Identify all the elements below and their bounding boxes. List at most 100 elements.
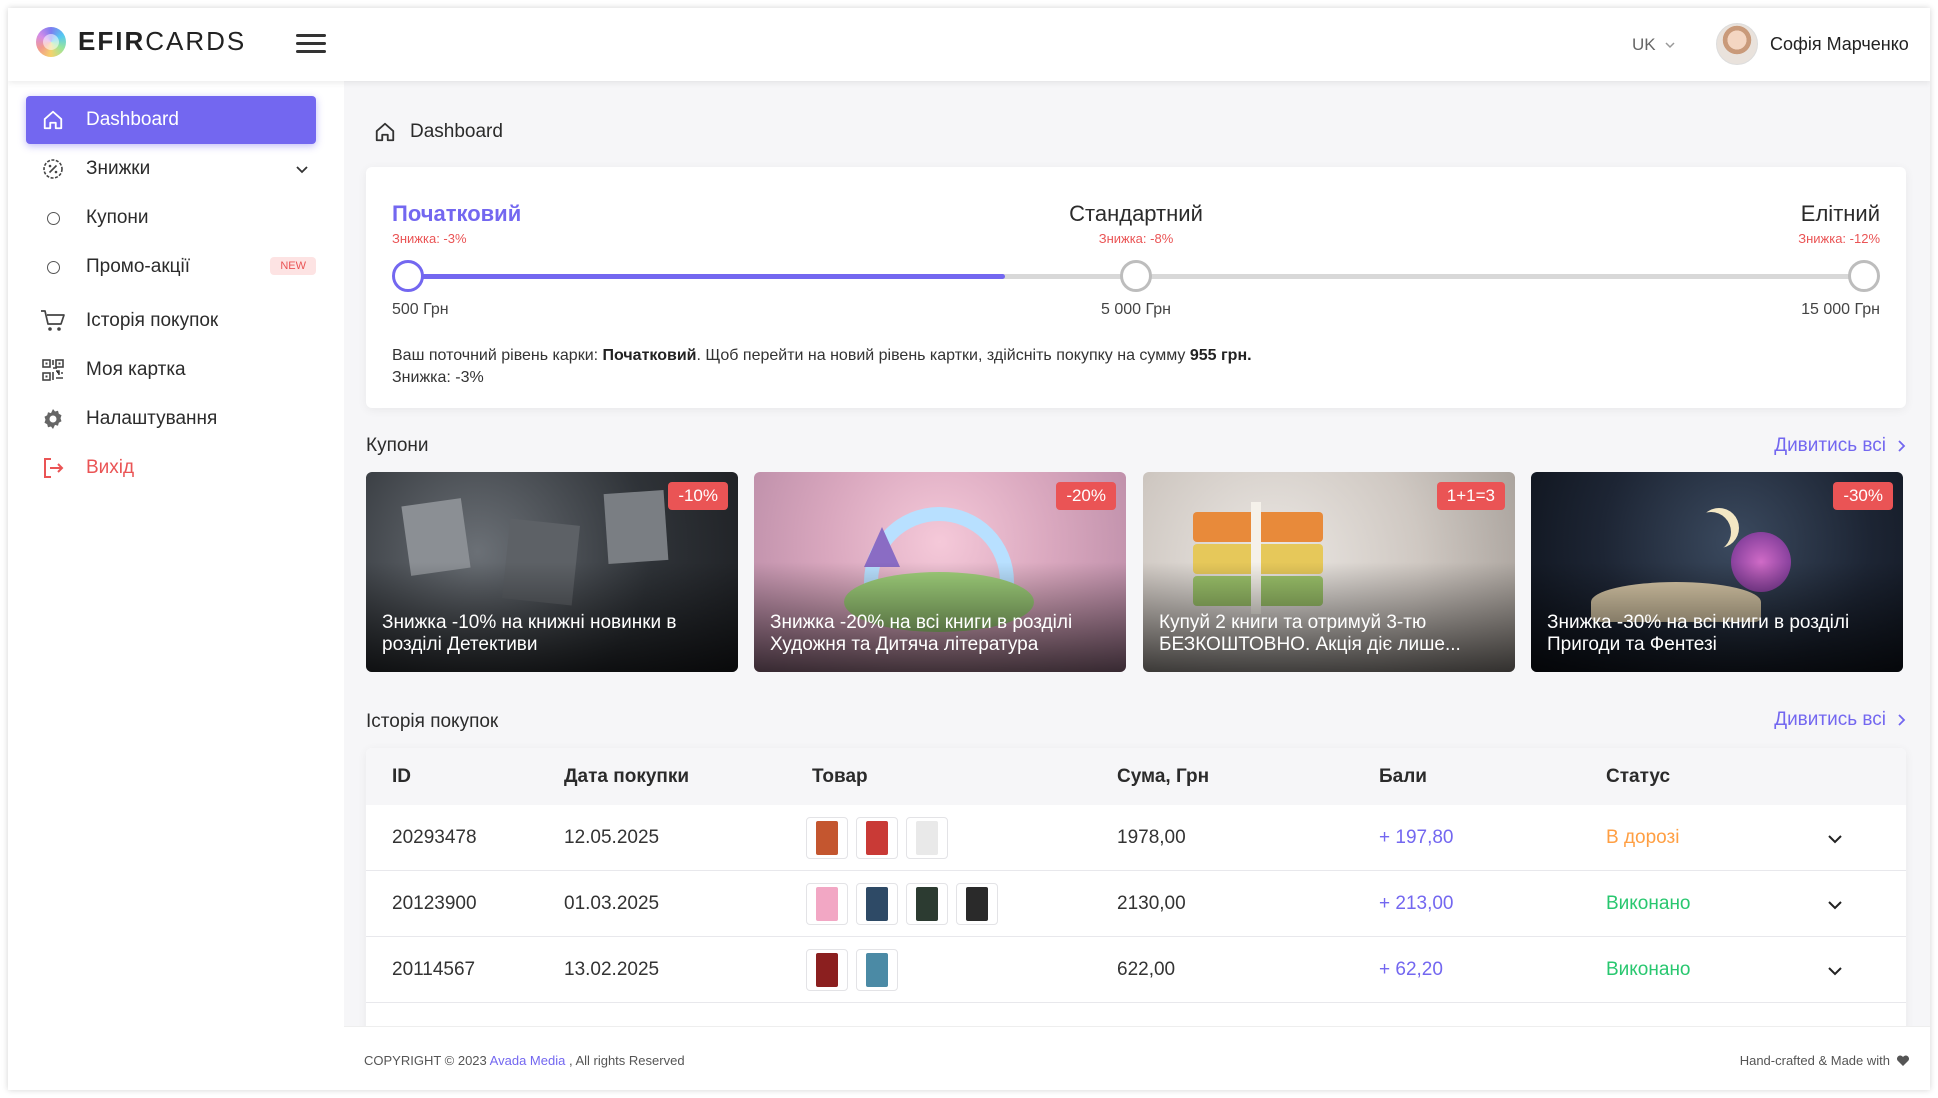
footer-credit: Hand-crafted & Made with	[1740, 1053, 1910, 1068]
language-label: UK	[1632, 35, 1656, 54]
cell-points: + 197,80	[1379, 827, 1454, 848]
footer: COPYRIGHT © 2023 Avada Media , All right…	[344, 1026, 1930, 1090]
column-header-status: Статус	[1606, 766, 1671, 787]
product-thumbnail[interactable]	[806, 883, 848, 925]
user-menu[interactable]: Софія Марченко	[1716, 23, 1909, 65]
footer-company-link[interactable]: Avada Media	[490, 1053, 566, 1068]
cell-products	[806, 883, 998, 925]
cell-date: 13.02.2025	[564, 959, 660, 980]
level-amount-standard: 5 000 Грн	[1101, 301, 1171, 318]
product-thumbnail[interactable]	[906, 817, 948, 859]
cell-id: 20114567	[392, 959, 476, 980]
sidebar-item-label: Налаштування	[86, 408, 218, 429]
level-amount-elite: 15 000 Грн	[1801, 301, 1880, 318]
cell-date: 01.03.2025	[564, 893, 660, 914]
circle-icon	[40, 205, 66, 231]
product-thumbnail[interactable]	[956, 883, 998, 925]
sidebar-item-settings[interactable]: Налаштування	[26, 395, 316, 443]
logout-icon	[40, 455, 66, 481]
coupon-card[interactable]: -30% Знижка -30% на всі книги в розділі …	[1531, 472, 1903, 672]
level-discount-elite: Знижка: -12%	[1798, 231, 1880, 246]
level-marker-standard	[1120, 260, 1152, 292]
level-current-discount: Знижка: -3%	[392, 369, 484, 386]
column-header-date: Дата покупки	[564, 766, 690, 787]
discount-icon	[40, 156, 66, 182]
sidebar-item-promotions[interactable]: Промо-акції NEW	[26, 243, 316, 291]
product-thumbnail[interactable]	[856, 883, 898, 925]
sidebar: Dashboard Знижки Купони Промо-акції NEW …	[8, 81, 344, 1090]
column-header-id: ID	[392, 766, 411, 787]
sidebar-item-label: Знижки	[86, 158, 151, 179]
column-header-points: Бали	[1379, 766, 1427, 787]
chevron-down-icon	[296, 166, 308, 174]
language-selector[interactable]: UK	[1632, 35, 1676, 55]
sidebar-item-label: Промо-акції	[86, 256, 191, 277]
level-marker-elite	[1848, 260, 1880, 292]
purchase-history-table: ID Дата покупки Товар Сума, Грн Бали Ста…	[366, 748, 1906, 1038]
product-thumbnail[interactable]	[806, 949, 848, 991]
expand-row-icon[interactable]	[1826, 962, 1844, 980]
level-name-standard: Стандартний	[1069, 201, 1203, 226]
sidebar-item-discounts[interactable]: Знижки	[26, 145, 316, 193]
cart-icon	[40, 308, 66, 334]
level-info-text: Ваш поточний рівень карки: Початковий. Щ…	[392, 347, 1252, 386]
cell-status: Виконано	[1606, 893, 1691, 914]
coupon-image-decor	[603, 489, 669, 565]
sidebar-item-label: Купони	[86, 207, 149, 228]
new-badge: NEW	[270, 257, 316, 275]
column-header-sum: Сума, Грн	[1117, 766, 1210, 787]
coupon-tag: 1+1=3	[1436, 482, 1505, 510]
sidebar-item-my-card[interactable]: Моя картка	[26, 346, 316, 394]
cell-id: 20123900	[392, 893, 477, 914]
coupons-see-all-link[interactable]: Дивитись всі	[1774, 435, 1906, 457]
circle-icon	[40, 254, 66, 280]
coupon-card[interactable]: 1+1=3 Купуй 2 книги та отримуй 3-тю БЕЗК…	[1143, 472, 1515, 672]
table-row[interactable]: 20293478 12.05.2025 1978,00 + 197,80 В дороз…	[366, 805, 1906, 871]
logo-text: EFIRCARDS	[78, 26, 247, 56]
qr-code-icon	[40, 357, 66, 383]
level-marker-basic	[392, 260, 424, 292]
level-discount-standard: Знижка: -8%	[1098, 231, 1174, 246]
cell-status: Виконано	[1606, 959, 1691, 980]
home-icon	[375, 122, 395, 142]
product-thumbnail[interactable]	[906, 883, 948, 925]
cell-id: 20293478	[392, 827, 477, 848]
sidebar-item-coupons[interactable]: Купони	[26, 194, 316, 242]
cell-sum: 622,00	[1117, 959, 1176, 980]
table-header: ID Дата покупки Товар Сума, Грн Бали Ста…	[366, 748, 1906, 805]
avatar	[1716, 23, 1758, 65]
breadcrumb: Dashboard	[374, 121, 503, 143]
cell-status: В дорозі	[1606, 827, 1680, 848]
sidebar-item-purchase-history[interactable]: Історія покупок	[26, 297, 316, 345]
table-row[interactable]: 20114567 13.02.2025 622,00 + 62,20 Виконано	[366, 937, 1906, 1003]
level-name-elite: Елітний	[1800, 201, 1880, 226]
card-level-progress: Початковий Знижка: -3% Стандартний Знижк…	[366, 167, 1906, 408]
sidebar-item-dashboard[interactable]: Dashboard	[26, 96, 316, 144]
product-thumbnail[interactable]	[856, 949, 898, 991]
table-row[interactable]: 20123900 01.03.2025 2130,00 + 213,00 Виконан…	[366, 871, 1906, 937]
level-progress-fill	[408, 274, 1005, 279]
gear-icon	[40, 406, 66, 432]
product-thumbnail[interactable]	[806, 817, 848, 859]
coupon-text: Купуй 2 книги та отримуй 3-тю БЕЗКОШТОВН…	[1159, 612, 1461, 655]
cell-points: + 213,00	[1379, 893, 1454, 914]
logo[interactable]: EFIRCARDS	[36, 26, 246, 57]
cell-products	[806, 817, 948, 859]
cell-date: 12.05.2025	[564, 827, 660, 848]
main-content: Dashboard Початковий Знижка: -3% Стандар…	[344, 81, 1930, 1090]
history-see-all-link[interactable]: Дивитись всі	[1774, 709, 1906, 731]
chevron-right-icon	[1898, 714, 1906, 726]
product-thumbnail[interactable]	[856, 817, 898, 859]
sidebar-item-logout[interactable]: Вихід	[26, 444, 316, 492]
expand-row-icon[interactable]	[1826, 896, 1844, 914]
expand-row-icon[interactable]	[1826, 830, 1844, 848]
coupon-card[interactable]: -20% Знижка -20% на всі книги в розділі …	[754, 472, 1126, 672]
heart-icon	[1896, 1054, 1910, 1066]
home-icon	[40, 107, 66, 133]
menu-toggle-icon[interactable]	[296, 34, 326, 56]
coupon-card[interactable]: -10% Знижка -10% на книжні новинки в роз…	[366, 472, 738, 672]
coupon-text: Знижка -10% на книжні новинки в розділі …	[382, 612, 677, 655]
coupons-section-title: Купони	[366, 435, 429, 456]
cell-sum: 1978,00	[1117, 827, 1186, 848]
history-section-title: Історія покупок	[366, 711, 499, 732]
